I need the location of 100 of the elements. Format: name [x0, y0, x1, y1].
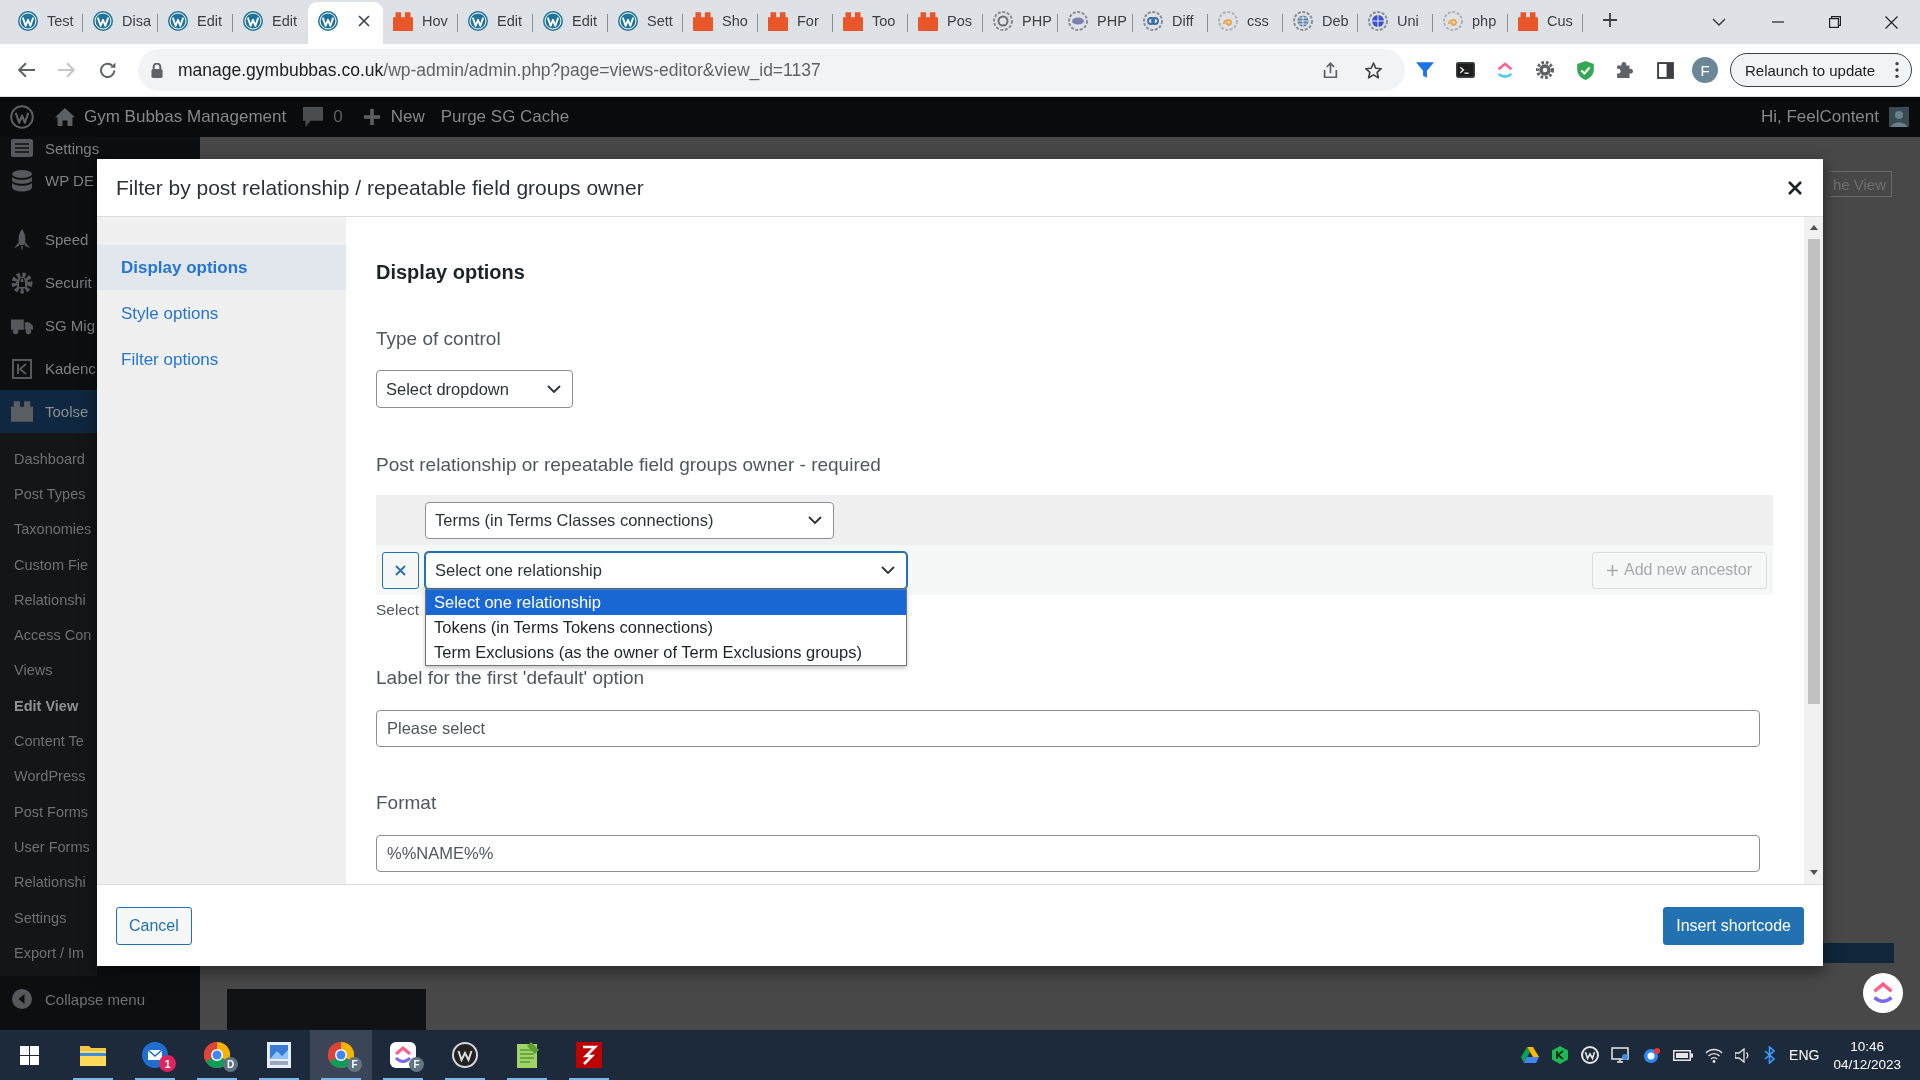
bluetooth-icon[interactable]	[1764, 1046, 1776, 1064]
browser-tab[interactable]: Edit	[233, 2, 308, 44]
nav-link[interactable]: Style options	[97, 291, 346, 336]
sidebar-item[interactable]: WP DE	[0, 159, 97, 202]
browser-tab[interactable]: Pos	[908, 2, 983, 44]
browser-tab[interactable]: Sett	[608, 2, 683, 44]
chevron-logo-icon[interactable]	[1497, 61, 1513, 79]
gear-icon[interactable]	[1536, 61, 1554, 79]
text-field[interactable]: %%NAME%%	[376, 835, 1760, 872]
dropdown-option[interactable]: Term Exclusions (as the owner of Term Exclusions groups)	[426, 640, 906, 665]
browser-tab[interactable]: css	[1208, 2, 1283, 44]
browser-tab[interactable]: Edit	[458, 2, 533, 44]
submenu-item[interactable]: WordPress	[0, 758, 97, 794]
site-logo-icon[interactable]	[10, 105, 34, 129]
relaunch-button[interactable]: Relaunch to update	[1730, 53, 1912, 87]
dropdown-option[interactable]: Tokens (in Terms Tokens connections)	[426, 615, 906, 640]
scrollbar-thumb[interactable]	[1807, 239, 1820, 704]
submenu-item[interactable]: Relationshi	[0, 864, 97, 900]
cloud-drive-icon[interactable]	[1521, 1047, 1540, 1063]
select-dropdown[interactable]: Terms (in Terms Classes connections)	[425, 501, 834, 539]
submenu-item[interactable]: Dashboard	[0, 441, 97, 477]
restore-icon[interactable]	[1828, 16, 1841, 28]
browser-tab[interactable]: For	[758, 2, 833, 44]
sidebar-item[interactable]: Securit	[0, 261, 97, 304]
submenu-item[interactable]: Edit View	[0, 688, 97, 724]
funnel-icon[interactable]	[1416, 62, 1434, 78]
minimize-icon[interactable]	[1771, 21, 1784, 23]
sidebar-item[interactable]: Kadenc	[0, 347, 97, 390]
browser-tab[interactable]: Edit	[533, 2, 608, 44]
browser-tab[interactable]: Diff	[1133, 2, 1208, 44]
up-triangle-icon[interactable]	[1809, 225, 1818, 230]
sidebar-item[interactable]: SG Mig	[0, 304, 97, 347]
wifi-icon[interactable]	[1705, 1047, 1724, 1063]
site-name-link[interactable]: Gym Bubbas Management	[84, 107, 287, 127]
language-indicator[interactable]: ENG	[1789, 1047, 1820, 1063]
close-icon[interactable]	[358, 15, 370, 27]
browser-tab[interactable]: Edit	[158, 2, 233, 44]
account-link[interactable]: Hi, FeelContent	[1760, 107, 1879, 127]
taskbar-button[interactable]: D	[186, 1030, 248, 1080]
browser-tab[interactable]: Hov	[383, 2, 458, 44]
puzzle-icon[interactable]	[1616, 61, 1634, 79]
submenu-item[interactable]: Settings	[0, 899, 97, 936]
back-arrow-icon[interactable]	[18, 62, 35, 78]
sidebar-item[interactable]: Settings	[0, 137, 200, 159]
chevron-down-icon[interactable]	[1712, 18, 1726, 26]
nav-link[interactable]: Display options	[97, 245, 346, 290]
remove-button[interactable]	[382, 551, 419, 589]
hexagon-icon[interactable]	[1551, 1046, 1570, 1064]
browser-tab[interactable]: Test	[8, 2, 83, 44]
shield-icon[interactable]	[1576, 60, 1594, 80]
submenu-item[interactable]: Content Te	[0, 723, 97, 759]
collapse-menu-link[interactable]: Collapse menu	[45, 990, 146, 1008]
browser-tab[interactable]	[308, 2, 383, 44]
close-icon[interactable]	[1885, 15, 1898, 29]
browser-tab[interactable]: Sho	[683, 2, 758, 44]
browser-tab[interactable]: Disa	[83, 2, 158, 44]
clock[interactable]: 10:46 04/12/2023	[1833, 1030, 1901, 1080]
taskbar-button[interactable]: F	[372, 1030, 434, 1080]
profile-avatar[interactable]: F	[1692, 57, 1718, 83]
text-field[interactable]: Please select	[376, 710, 1760, 747]
reload-icon[interactable]	[100, 62, 116, 78]
battery-icon[interactable]	[1673, 1049, 1694, 1061]
submenu-item[interactable]: Export / Im	[0, 935, 97, 971]
browser-tab[interactable]: php	[1433, 2, 1508, 44]
windows-logo-icon[interactable]	[19, 1045, 39, 1065]
purge-cache-link[interactable]: Purge SG Cache	[440, 107, 570, 127]
submenu-item[interactable]: Custom Fie	[0, 546, 97, 583]
submenu-item[interactable]: Taxonomies	[0, 511, 97, 547]
sidebar-item[interactable]: Toolse	[0, 390, 97, 433]
taskbar-button[interactable]: 1	[124, 1030, 186, 1080]
nav-link[interactable]: Filter options	[97, 337, 346, 382]
cloud-icon[interactable]	[1641, 1047, 1662, 1063]
browser-tab[interactable]: Deb	[1283, 2, 1358, 44]
home-icon[interactable]	[55, 108, 75, 126]
down-triangle-icon[interactable]	[1809, 870, 1818, 875]
insert-shortcode-button[interactable]: Insert shortcode	[1663, 906, 1804, 945]
side-panel-icon[interactable]	[1656, 61, 1674, 79]
browser-tab[interactable]: Cus	[1508, 2, 1583, 44]
dropdown-option[interactable]: Select one relationship	[426, 590, 906, 615]
cancel-button[interactable]: Cancel	[116, 906, 192, 945]
submenu-item[interactable]: User Forms	[0, 829, 97, 865]
submenu-item[interactable]: Post Forms	[0, 793, 97, 830]
new-link[interactable]: New	[390, 107, 425, 127]
browser-tab[interactable]: PHP	[1058, 2, 1133, 44]
address-bar[interactable]: manage.gymbubbas.co.uk/wp-admin/admin.php?page=views-editor&view_id=1137	[138, 49, 1405, 91]
share-icon[interactable]	[1323, 62, 1339, 78]
taskbar-button[interactable]: F	[310, 1030, 372, 1080]
ring-logo-icon[interactable]	[1581, 1046, 1600, 1064]
star-icon[interactable]	[1365, 61, 1382, 79]
plus-icon[interactable]	[1603, 13, 1617, 27]
submenu-item[interactable]: Relationshi	[0, 582, 97, 618]
browser-tab[interactable]: Uni	[1358, 2, 1433, 44]
submenu-item[interactable]: Views	[0, 652, 97, 689]
terminal-icon[interactable]	[1455, 62, 1475, 78]
close-icon[interactable]	[1788, 180, 1802, 195]
browser-tab[interactable]: PHP	[983, 2, 1058, 44]
submenu-item[interactable]: Access Con	[0, 617, 97, 653]
submenu-item[interactable]: Post Types	[0, 476, 97, 512]
sidebar-item[interactable]: Speed	[0, 218, 97, 261]
select-dropdown[interactable]: Select one relationship	[425, 551, 907, 589]
